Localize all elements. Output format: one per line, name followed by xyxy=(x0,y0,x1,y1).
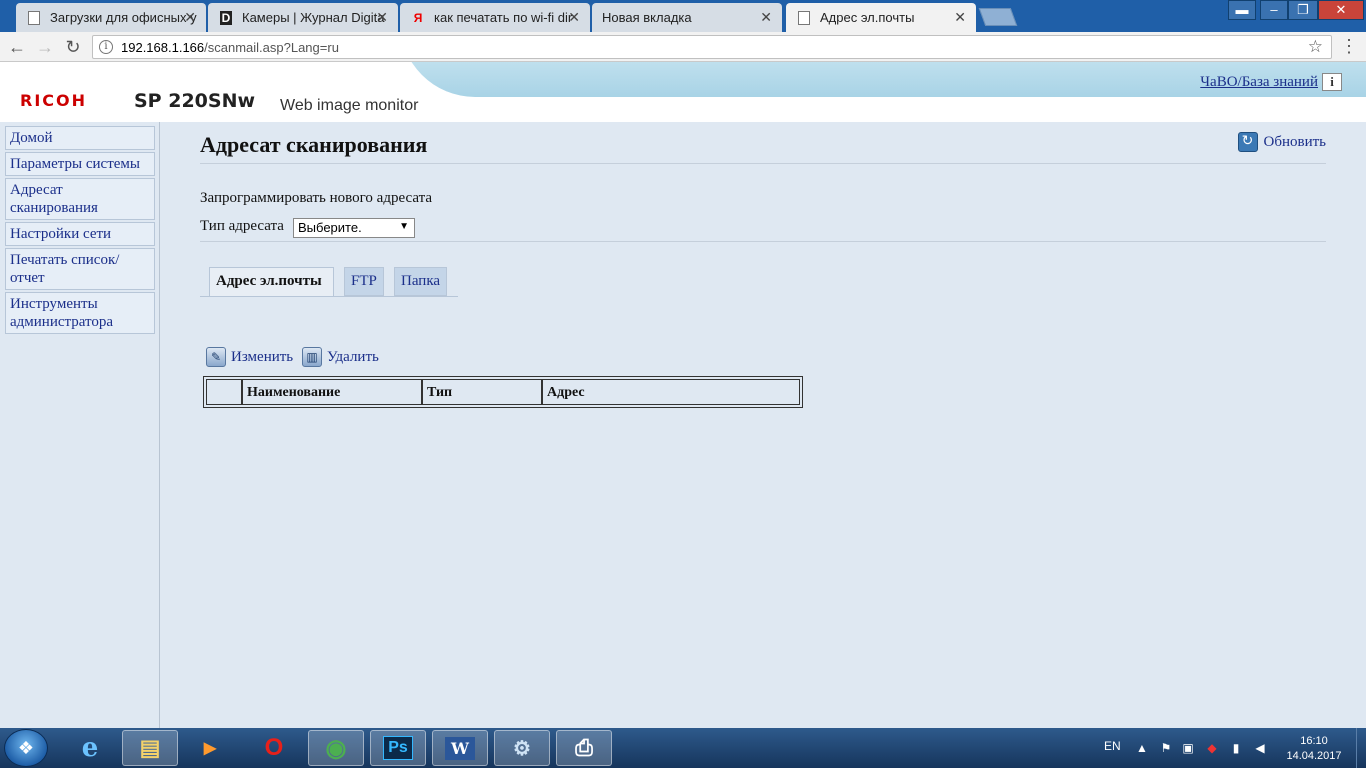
sidebar-item-admin-tools[interactable]: Инструменты администратора xyxy=(5,292,155,334)
explorer-icon[interactable]: ▤ xyxy=(122,730,178,766)
windows-taskbar: ❖ e ▤ ▶ O ◉ Ps W ⚙ ⎙ EN ▲ ⚑ ▣ ◆ ▮ ◀ 16:1… xyxy=(0,728,1366,768)
ricoh-logo: RICOH xyxy=(20,91,88,110)
start-button[interactable]: ❖ xyxy=(4,729,48,767)
page-icon xyxy=(28,11,40,25)
close-icon[interactable]: ✕ xyxy=(568,9,580,26)
sidebar-item-home[interactable]: Домой xyxy=(5,126,155,150)
browser-tab-cameras[interactable]: D Камеры | Журнал Digita ✕ xyxy=(208,3,398,32)
browser-tab-new[interactable]: Новая вкладка ✕ xyxy=(592,3,782,32)
program-new-destination-text: Запрограммировать нового адресата xyxy=(200,190,432,206)
opera-icon[interactable]: O xyxy=(246,730,302,766)
media-player-icon[interactable]: ▶ xyxy=(182,730,238,766)
refresh-button[interactable]: ↻ Обновить xyxy=(1237,132,1327,152)
table-header-address: Адрес xyxy=(542,379,800,405)
browser-tab-yandex[interactable]: Я как печатать по wi-fi dir ✕ xyxy=(400,3,590,32)
table-header-select xyxy=(206,379,242,405)
close-icon[interactable]: ✕ xyxy=(376,9,388,26)
clock[interactable]: 16:10 14.04.2017 xyxy=(1284,734,1344,764)
site-info-icon[interactable]: i xyxy=(99,40,113,54)
url-path: /scanmail.asp?Lang=ru xyxy=(204,39,339,55)
address-bar[interactable]: i 192.168.1.166/scanmail.asp?Lang=ru ☆ xyxy=(92,35,1332,59)
word-glyph: W xyxy=(445,736,475,760)
tab-email-address[interactable]: Адрес эл.почты xyxy=(209,267,334,297)
destination-type-value: Выберите. xyxy=(298,220,362,235)
user-icon[interactable]: ▬ xyxy=(1228,0,1256,20)
reload-icon[interactable]: ↻ xyxy=(62,36,84,58)
divider xyxy=(200,163,1326,164)
delete-label: Удалить xyxy=(327,348,379,365)
product-name: Web image monitor xyxy=(280,97,419,114)
tab-title: Адрес эл.почты xyxy=(820,10,915,25)
clock-date: 14.04.2017 xyxy=(1286,750,1342,762)
table-header-name: Наименование xyxy=(242,379,422,405)
destination-table: Наименование Тип Адрес xyxy=(203,376,803,408)
close-icon[interactable]: ✕ xyxy=(184,9,196,26)
minimize-icon[interactable]: – xyxy=(1260,0,1288,20)
tab-title: Новая вкладка xyxy=(602,10,692,25)
close-icon[interactable]: ✕ xyxy=(954,9,966,26)
edit-label: Изменить xyxy=(231,348,294,365)
word-icon[interactable]: W xyxy=(432,730,488,766)
browser-tab-strip: Загрузки для офисных у ✕ D Камеры | Журн… xyxy=(0,0,1366,32)
photoshop-icon[interactable]: Ps xyxy=(370,730,426,766)
antivirus-icon[interactable]: ◆ xyxy=(1204,740,1220,756)
divider xyxy=(200,241,1326,242)
page-title: Адресат сканирования xyxy=(200,132,428,157)
clock-time: 16:10 xyxy=(1300,735,1328,747)
language-indicator[interactable]: EN xyxy=(1104,739,1121,753)
url-host: 192.168.1.166 xyxy=(121,39,205,55)
page-icon xyxy=(798,11,810,25)
sidebar-item-scan-destination[interactable]: Адресат сканирования xyxy=(5,178,155,220)
destination-type-label: Тип адресата xyxy=(200,218,284,234)
model-name: SP 220SNw xyxy=(134,90,256,112)
restore-icon[interactable]: ❐ xyxy=(1288,0,1318,20)
table-header-type: Тип xyxy=(422,379,542,405)
tab-underline xyxy=(200,296,458,297)
sidebar-item-print-list[interactable]: Печатать список/ отчет xyxy=(5,248,155,290)
faq-link[interactable]: ЧаВО/База знаний xyxy=(1200,74,1318,91)
browser-toolbar: ← → ↻ i 192.168.1.166/scanmail.asp?Lang=… xyxy=(0,32,1366,62)
refresh-icon: ↻ xyxy=(1237,132,1258,152)
tab-title: как печатать по wi-fi dir xyxy=(434,10,573,25)
destination-type-select[interactable]: Выберите. ▼ xyxy=(293,218,415,238)
bookmark-star-icon[interactable]: ☆ xyxy=(1308,37,1323,57)
window-close-icon[interactable]: ✕ xyxy=(1318,0,1364,20)
close-icon[interactable]: ✕ xyxy=(760,9,772,26)
trash-icon: ▥ xyxy=(302,347,322,367)
network-icon[interactable]: ▮ xyxy=(1228,740,1244,756)
browser-menu-icon[interactable]: ⋮ xyxy=(1340,36,1358,57)
forward-icon[interactable]: → xyxy=(34,36,56,58)
tab-ftp[interactable]: FTP xyxy=(344,267,384,296)
tab-title: Загрузки для офисных у xyxy=(50,10,197,25)
chevron-down-icon: ▼ xyxy=(399,221,409,232)
sidebar: Домой Параметры системы Адресат сканиров… xyxy=(0,122,160,728)
pencil-icon: ✎ xyxy=(206,347,226,367)
volume-icon[interactable]: ◀ xyxy=(1252,740,1268,756)
sidebar-item-network-settings[interactable]: Настройки сети xyxy=(5,222,155,246)
main-content: Адресат сканирования ↻ Обновить Запрогра… xyxy=(200,122,1326,728)
sidebar-item-system-settings[interactable]: Параметры системы xyxy=(5,152,155,176)
info-icon[interactable]: i xyxy=(1322,73,1342,91)
page-header: RICOH SP 220SNw Web image monitor ЧаВО/Б… xyxy=(0,62,1366,122)
show-desktop-button[interactable] xyxy=(1356,728,1366,768)
tab-title: Камеры | Журнал Digita xyxy=(242,10,385,25)
network-printer-icon[interactable]: ⎙ xyxy=(556,730,612,766)
control-panel-icon[interactable]: ⚙ xyxy=(494,730,550,766)
back-icon[interactable]: ← xyxy=(6,36,28,58)
browser-tab-downloads[interactable]: Загрузки для офисных у ✕ xyxy=(16,3,206,32)
action-center-icon[interactable]: ⚑ xyxy=(1158,740,1174,756)
ie-icon[interactable]: e xyxy=(62,730,118,766)
browser-tab-email-address[interactable]: Адрес эл.почты ✕ xyxy=(786,3,976,32)
new-tab-button[interactable] xyxy=(978,8,1018,26)
device-icon[interactable]: ▣ xyxy=(1180,740,1196,756)
delete-button[interactable]: ▥ Удалить xyxy=(302,347,379,367)
digital-d-icon: D xyxy=(220,11,232,25)
refresh-label: Обновить xyxy=(1263,133,1327,150)
chrome-icon[interactable]: ◉ xyxy=(308,730,364,766)
yandex-icon: Я xyxy=(413,11,423,25)
photoshop-glyph: Ps xyxy=(383,736,413,760)
edit-button[interactable]: ✎ Изменить xyxy=(206,347,293,367)
tab-folder[interactable]: Папка xyxy=(394,267,447,296)
tray-expand-icon[interactable]: ▲ xyxy=(1134,740,1150,756)
